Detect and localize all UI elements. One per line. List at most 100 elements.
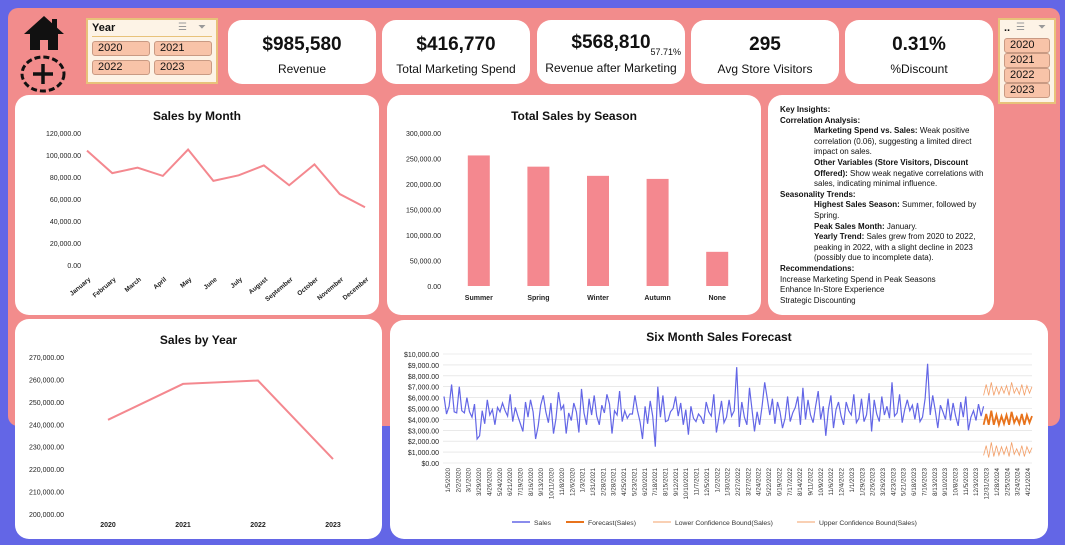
kpi-value: 295 (749, 34, 781, 55)
x-tick-label: February (92, 276, 118, 299)
season-bar (587, 175, 609, 286)
x-tick-label: 6/19/2022 (776, 468, 783, 497)
kpi-card-store-visitors: 295 Avg Store Visitors (691, 20, 839, 84)
highest-season-label: Highest Sales Season: (814, 200, 900, 210)
x-tick-label: 5/23/2021 (631, 468, 638, 497)
x-tick-label: 8/16/2020 (528, 468, 535, 497)
y-tick-label: $7,000.00 (408, 385, 439, 392)
y-tick-label: 270,000.00 (29, 355, 64, 362)
clear-filter-icon[interactable]: ⏷ (1038, 22, 1046, 33)
x-tick-label: 4/26/2020 (486, 468, 493, 497)
y-tick-label: $2,000.00 (408, 439, 439, 446)
y-tick-label: 240,000.00 (29, 422, 64, 429)
x-tick-label: 2/26/2023 (870, 468, 877, 497)
y-tick-label: 100,000.00 (46, 153, 81, 160)
kpi-label: Total Marketing Spend (396, 62, 516, 76)
upper-bound-line (983, 382, 1033, 396)
x-tick-label: 9/13/2020 (538, 468, 545, 497)
kpi-value: 0.31% (892, 34, 946, 55)
x-tick-label: 12/3/2023 (973, 468, 980, 497)
x-tick-label: 3/1/2020 (466, 468, 473, 493)
x-tick-label: 11/7/2021 (694, 468, 701, 496)
x-tick-label: 10/9/2022 (818, 468, 825, 497)
year-option-2023[interactable]: 2023 (154, 60, 212, 75)
y-tick-label: 60,000.00 (50, 197, 81, 204)
right-slicer-title: .. (1004, 22, 1011, 34)
multi-select-icon[interactable]: ☰ (178, 22, 187, 33)
highest-season-insight: Highest Sales Season: Summer, followed b… (780, 200, 986, 221)
y-tick-label: $10,000.00 (404, 352, 439, 359)
y-tick-label: $9,000.00 (408, 363, 439, 370)
lower-bound-line (983, 442, 1033, 458)
kpi-label: Avg Store Visitors (717, 62, 813, 76)
recommendation-item: Strategic Discounting (780, 295, 856, 305)
add-circle-icon[interactable] (20, 55, 66, 93)
x-tick-label: 12/31/2023 (984, 468, 991, 500)
right-option-2021[interactable]: 2021 (1004, 53, 1050, 68)
y-tick-label: $3,000.00 (408, 428, 439, 435)
x-tick-label: May (179, 276, 193, 290)
x-tick-label: 11/6/2022 (828, 468, 835, 496)
x-tick-label: 3/27/2022 (745, 468, 752, 497)
legend-label: Upper Confidence Bound(Sales) (819, 520, 917, 527)
season-bar (467, 155, 490, 286)
season-bar (646, 178, 669, 286)
x-tick-label: 6/20/2021 (642, 468, 649, 497)
y-tick-label: $0.00 (421, 461, 439, 468)
x-tick-label: 2/28/2021 (600, 468, 607, 497)
year-option-2021[interactable]: 2021 (154, 41, 212, 56)
x-tick-label: 11/8/2020 (559, 468, 566, 496)
y-tick-label: $1,000.00 (408, 450, 439, 457)
y-tick-label: 250,000.00 (406, 157, 441, 164)
x-tick-label: 2023 (325, 522, 341, 529)
kpi-label: Revenue (277, 62, 327, 76)
y-tick-label: 210,000.00 (29, 490, 64, 497)
year-option-2022[interactable]: 2022 (92, 60, 150, 75)
sales-by-season-card: Total Sales by Season 0.00 50,000.00 100,0… (387, 95, 761, 315)
x-tick-label: 1/3/2021 (580, 468, 587, 493)
x-tick-label: 2/2/2020 (455, 468, 462, 493)
other-variables-insight: Other Variables (Store Visitors, Discoun… (780, 158, 986, 190)
x-tick-label: 10/10/2021 (683, 468, 690, 500)
y-tick-label: $6,000.00 (408, 396, 439, 403)
x-tick-label: 12/6/2020 (569, 468, 576, 497)
year-slicer[interactable]: Year ☰ ⏷ 2020 2021 2022 2023 (86, 18, 218, 84)
forecast-card: Six Month Sales Forecast $0.00 $1,000.00 $… (390, 320, 1048, 539)
x-tick-label: October (296, 276, 320, 298)
kpi-card-revenue: $985,580 Revenue (228, 20, 376, 84)
right-option-2020[interactable]: 2020 (1004, 38, 1050, 53)
year-slicer-right[interactable]: .. ☰ ⏷ 2020 2021 2022 2023 (998, 18, 1056, 104)
x-tick-label: 2020 (100, 522, 116, 529)
year-option-2020[interactable]: 2020 (92, 41, 150, 56)
sales-by-year-chart: 200,000.00 210,000.00 220,000.00 230,000.00… (29, 355, 341, 529)
x-tick-label: 2022 (250, 522, 266, 529)
y-tick-label: 100,000.00 (406, 233, 441, 240)
x-tick-label: November (316, 276, 345, 302)
x-tick-label: 1/28/2024 (994, 468, 1001, 497)
y-tick-label: 80,000.00 (50, 175, 81, 182)
x-tick-label: 1/5/2020 (445, 468, 452, 493)
y-tick-label: $4,000.00 (408, 417, 439, 424)
marketing-insight-label: Marketing Spend vs. Sales: (814, 126, 918, 136)
x-tick-label: 1/29/2023 (859, 468, 866, 497)
x-tick-label: 1/31/2021 (590, 468, 597, 497)
x-tick-label: 1/1/2023 (849, 468, 856, 493)
season-bar (527, 166, 550, 286)
sales-by-month-chart: 0.00 20,000.00 40,000.00 60,000.00 80,000.00… (46, 131, 371, 303)
legend-item: Upper Confidence Bound(Sales) (797, 520, 917, 527)
clear-filter-icon[interactable]: ⏷ (198, 22, 206, 33)
recommendations-heading: Recommendations: (780, 263, 855, 273)
insights-text: Key Insights: Correlation Analysis: Mark… (780, 105, 986, 306)
right-option-2022[interactable]: 2022 (1004, 68, 1050, 83)
x-tick-label: 3/29/2020 (476, 468, 483, 497)
recommendation-item: Increase Marketing Spend in Peak Seasons (780, 274, 936, 284)
x-tick-label: 5/21/2023 (901, 468, 908, 497)
home-icon[interactable] (22, 14, 66, 52)
x-tick-label: Summer (465, 295, 493, 302)
right-option-2023[interactable]: 2023 (1004, 83, 1050, 98)
seasonality-heading: Seasonality Trends: (780, 189, 856, 199)
x-tick-label: None (708, 295, 726, 302)
forecast-chart: $0.00 $1,000.00 $2,000.00 $3,000.00 $4,000.0… (404, 352, 1033, 527)
multi-select-icon[interactable]: ☰ (1016, 22, 1025, 33)
peak-month-label: Peak Sales Month: (814, 221, 885, 231)
